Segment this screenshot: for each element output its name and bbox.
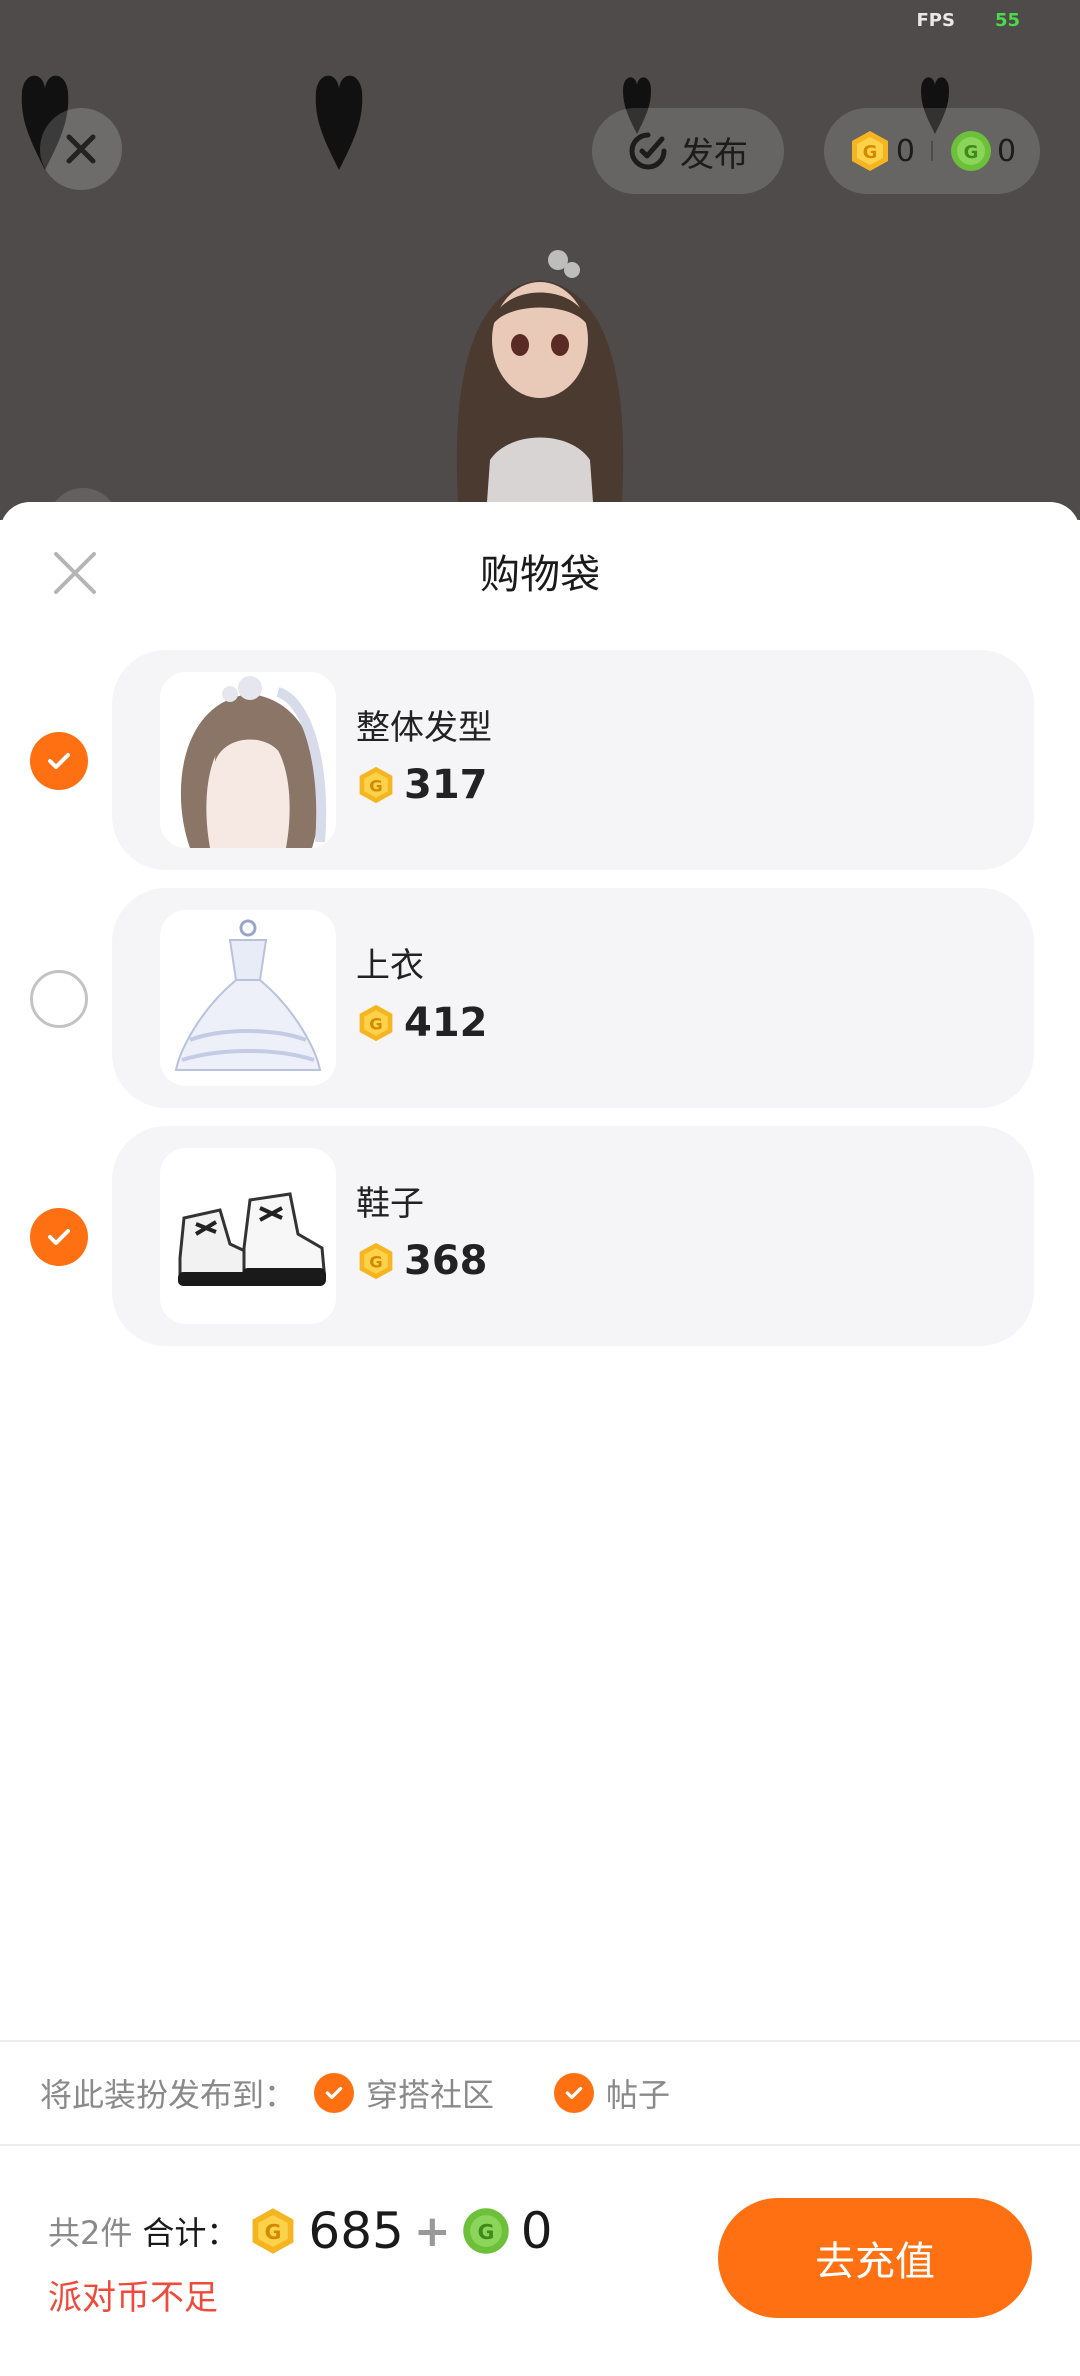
item-card[interactable]: 鞋子 G 368 <box>112 1126 1034 1346</box>
gold-coin-icon: G <box>359 1242 393 1280</box>
svg-text:G: G <box>265 2220 282 2244</box>
gold-coin-icon: G <box>252 2208 294 2254</box>
green-coin-icon: G <box>462 2208 509 2254</box>
item-price-value: 317 <box>404 762 488 808</box>
publish-label: 发布 <box>680 134 748 175</box>
gold-coin-balance: 0 <box>895 133 915 169</box>
gold-coin-icon: G <box>359 766 393 804</box>
item-price: G 317 <box>356 762 488 808</box>
gold-total: 685 <box>308 2202 404 2260</box>
plus-sign: + <box>413 2205 451 2257</box>
checkmark-icon <box>325 2086 343 2100</box>
recharge-button[interactable]: 去充值 <box>718 2198 1032 2318</box>
fps-value: 55 <box>994 10 1020 31</box>
option-label: 穿搭社区 <box>366 2076 495 2114</box>
gold-coin-icon: G <box>851 131 888 171</box>
avatar-character <box>420 230 660 520</box>
dress-icon <box>160 910 336 1086</box>
publish-icon <box>629 132 667 170</box>
sum-label: 合计： <box>142 2214 239 2252</box>
item-name: 上衣 <box>356 946 424 986</box>
item-name: 鞋子 <box>356 1184 424 1224</box>
background-scene: FPS 55 发布 G 0 G 0 <box>0 0 1080 520</box>
boots-icon <box>160 1148 336 1324</box>
item-price: G 368 <box>356 1238 488 1284</box>
total-summary: 共2件 合计： G 685 + G 0 <box>48 2202 553 2260</box>
item-select-checkbox[interactable] <box>30 970 88 1028</box>
checkout-bar: 共2件 合计： G 685 + G 0 派对币不足 去充值 <box>0 2146 1080 2376</box>
balance-divider <box>931 141 933 161</box>
item-select-checkbox[interactable] <box>30 1208 88 1266</box>
item-price-value: 412 <box>404 1000 488 1046</box>
option-checkbox[interactable] <box>314 2073 355 2113</box>
coin-balance[interactable]: G 0 G 0 <box>824 108 1040 194</box>
bag-item: 上衣 G 412 <box>0 888 1080 1108</box>
checkmark-icon <box>48 1229 70 1245</box>
heart-decoration-icon <box>314 70 364 170</box>
bag-item: 鞋子 G 368 <box>0 1126 1080 1346</box>
publish-button[interactable]: 发布 <box>592 108 784 194</box>
green-coin-icon: G <box>951 131 991 171</box>
option-checkbox[interactable] <box>554 2073 595 2113</box>
item-price: G 412 <box>356 1000 488 1046</box>
publish-to-label: 将此装扮发布到： <box>40 2076 297 2114</box>
publish-option-community[interactable]: 穿搭社区 <box>314 2070 494 2116</box>
fps-counter: FPS 55 <box>916 10 1020 31</box>
svg-text:G: G <box>369 776 382 795</box>
item-price-value: 368 <box>404 1238 488 1284</box>
publish-to-bar: 将此装扮发布到： 穿搭社区 帖子 <box>0 2040 1080 2146</box>
svg-text:G: G <box>369 1014 382 1033</box>
gold-coin-icon: G <box>359 1004 393 1042</box>
option-label: 帖子 <box>606 2076 671 2114</box>
svg-text:G: G <box>863 142 878 163</box>
item-select-checkbox[interactable] <box>30 732 88 790</box>
green-total: 0 <box>520 2202 553 2260</box>
item-count: 共2件 <box>48 2214 133 2252</box>
insufficient-funds-warning: 派对币不足 <box>48 2278 218 2318</box>
publish-option-post[interactable]: 帖子 <box>554 2070 670 2116</box>
item-card[interactable]: 整体发型 G 317 <box>112 650 1034 870</box>
checkmark-icon <box>48 753 70 769</box>
green-coin-balance: 0 <box>997 133 1017 169</box>
svg-text:G: G <box>477 2220 494 2244</box>
svg-text:G: G <box>369 1252 382 1271</box>
close-icon <box>66 134 96 164</box>
item-card[interactable]: 上衣 G 412 <box>112 888 1034 1108</box>
item-name: 整体发型 <box>356 708 492 748</box>
close-scene-button[interactable] <box>40 108 122 190</box>
checkmark-icon <box>565 2086 583 2100</box>
sheet-title: 购物袋 <box>480 552 600 598</box>
svg-text:G: G <box>964 142 979 163</box>
fps-label: FPS <box>916 10 955 31</box>
bag-item: 整体发型 G 317 <box>0 650 1080 870</box>
hairstyle-icon <box>160 672 336 848</box>
